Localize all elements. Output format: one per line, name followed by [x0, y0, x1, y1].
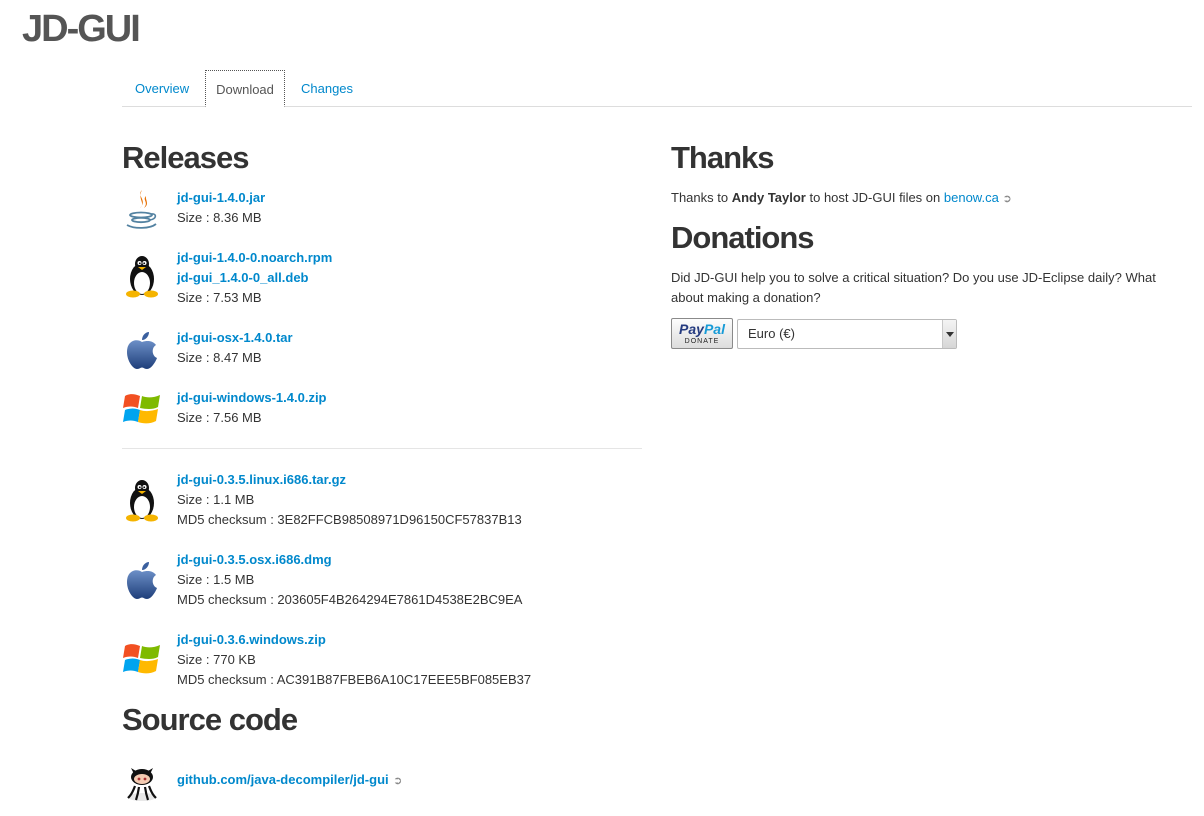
site-title: JD-GUI — [22, 8, 141, 50]
external-link-icon: ➲ — [1002, 193, 1012, 205]
paypal-donate-button[interactable]: PayPal DONATE — [671, 318, 733, 349]
donations-heading: Donations — [671, 220, 815, 255]
github-octocat-icon — [127, 768, 157, 801]
download-link-jar[interactable]: jd-gui-1.4.0.jar — [177, 188, 265, 208]
source-code-heading: Source code — [122, 702, 298, 737]
download-link-osx-legacy[interactable]: jd-gui-0.3.5.osx.i686.dmg — [177, 550, 522, 570]
download-link-osx[interactable]: jd-gui-osx-1.4.0.tar — [177, 328, 293, 348]
linux-tux-icon — [126, 256, 158, 298]
download-link-windows-legacy[interactable]: jd-gui-0.3.6.windows.zip — [177, 630, 531, 650]
thanks-text: Thanks to Andy Taylor to host JD-GUI fil… — [671, 188, 1171, 209]
tab-download[interactable]: Download — [205, 70, 285, 107]
github-link[interactable]: github.com/java-decompiler/jd-gui — [177, 770, 389, 790]
file-size: Size : 1.5 MB — [177, 572, 255, 587]
thanks-middle: to host JD-GUI files on — [805, 190, 944, 205]
apple-icon — [127, 562, 157, 599]
paypal-logo-pal: Pal — [703, 321, 725, 337]
linux-tux-icon — [126, 480, 158, 522]
file-size: Size : 770 KB — [177, 652, 256, 667]
currency-select[interactable]: Euro (€) — [737, 319, 957, 349]
file-size: Size : 7.53 MB — [177, 290, 262, 305]
file-size: Size : 1.1 MB — [177, 492, 255, 507]
currency-selected-value: Euro (€) — [748, 326, 795, 341]
releases-heading: Releases — [122, 140, 249, 175]
divider — [122, 448, 642, 449]
windows-icon — [123, 394, 160, 424]
paypal-donate-label: DONATE — [684, 338, 720, 345]
md5-checksum: MD5 checksum : AC391B87FBEB6A10C17EEE5BF… — [177, 672, 532, 687]
md5-checksum: MD5 checksum : 203605F4B264294E7861D4538… — [177, 592, 523, 607]
donations-text: Did JD-GUI help you to solve a critical … — [671, 270, 1156, 305]
tab-changes[interactable]: Changes — [301, 70, 353, 107]
download-link-linux-legacy[interactable]: jd-gui-0.3.5.linux.i686.tar.gz — [177, 470, 522, 490]
download-link-rpm[interactable]: jd-gui-1.4.0-0.noarch.rpm — [177, 248, 332, 268]
chevron-down-icon[interactable] — [942, 320, 956, 348]
thanks-prefix: Thanks to — [671, 190, 732, 205]
tab-overview[interactable]: Overview — [135, 70, 189, 107]
thanks-heading: Thanks — [671, 140, 775, 175]
md5-checksum: MD5 checksum : 3E82FFCB98508971D96150CF5… — [177, 512, 522, 527]
benow-link[interactable]: benow.ca — [944, 190, 999, 205]
tab-bar: Overview Download Changes — [122, 70, 1192, 107]
file-size: Size : 8.47 MB — [177, 350, 262, 365]
apple-icon — [127, 332, 157, 369]
windows-icon — [123, 644, 160, 674]
thanks-name: Andy Taylor — [731, 190, 806, 205]
java-icon — [126, 190, 157, 229]
file-size: Size : 8.36 MB — [177, 210, 262, 225]
file-size: Size : 7.56 MB — [177, 410, 262, 425]
download-link-deb[interactable]: jd-gui_1.4.0-0_all.deb — [177, 268, 332, 288]
paypal-logo-pay: Pay — [679, 321, 704, 337]
external-link-icon: ➲ — [393, 775, 403, 787]
download-link-windows[interactable]: jd-gui-windows-1.4.0.zip — [177, 388, 327, 408]
